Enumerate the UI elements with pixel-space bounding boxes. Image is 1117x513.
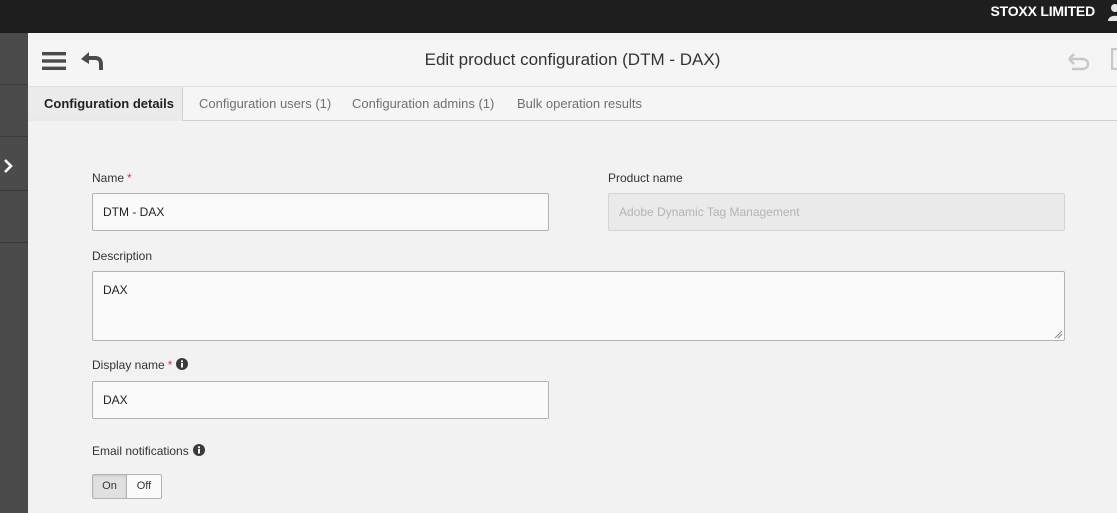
info-icon[interactable] — [192, 444, 205, 456]
tab-configuration-admins[interactable]: Configuration admins (1) — [352, 87, 494, 121]
configuration-details-form: Name * DTM - DAX Product name Adobe Dynam… — [28, 121, 1117, 513]
email-notifications-toggle: On Off — [92, 474, 162, 499]
rail-section — [0, 85, 28, 137]
org-name[interactable]: STOXX LIMITED — [991, 0, 1096, 23]
info-icon[interactable] — [176, 358, 189, 370]
save-icon[interactable] — [1111, 48, 1117, 70]
name-field[interactable]: DTM - DAX — [92, 193, 549, 231]
required-marker: * — [127, 171, 132, 185]
description-value: DAX — [103, 283, 128, 297]
rail-section — [0, 137, 28, 191]
name-label: Name * — [92, 171, 132, 185]
hamburger-menu-icon[interactable] — [42, 51, 66, 71]
description-label: Description — [92, 249, 153, 263]
product-name-field: Adobe Dynamic Tag Management — [608, 193, 1065, 231]
top-bar: STOXX LIMITED — [0, 0, 1117, 33]
page-title: Edit product configuration (DTM - DAX) — [424, 50, 721, 69]
resize-grip-icon[interactable] — [1054, 330, 1063, 339]
name-label-text: Name — [92, 171, 125, 185]
left-rail — [0, 33, 28, 513]
tab-bar: Configuration details Configuration user… — [28, 86, 1117, 121]
email-notifications-label: Email notifications — [92, 444, 205, 458]
display-name-label: Display name * — [92, 358, 189, 372]
product-name-label: Product name — [608, 171, 683, 185]
rail-section — [0, 191, 28, 243]
toggle-off-button[interactable]: Off — [127, 475, 161, 498]
undo-icon[interactable] — [1066, 51, 1092, 71]
back-arrow-icon[interactable] — [79, 50, 105, 72]
display-name-label-text: Display name — [92, 358, 165, 372]
page-header: Edit product configuration (DTM - DAX) — [28, 33, 1117, 86]
required-marker: * — [167, 358, 173, 372]
user-icon[interactable] — [1107, 3, 1117, 21]
toggle-on-button[interactable]: On — [93, 475, 127, 498]
rail-section — [0, 33, 28, 85]
tab-bulk-operation-results[interactable]: Bulk operation results — [517, 87, 642, 121]
description-field[interactable]: DAX — [92, 271, 1065, 341]
tab-configuration-details[interactable]: Configuration details — [28, 87, 183, 121]
tab-configuration-users[interactable]: Configuration users (1) — [199, 87, 331, 121]
email-notifications-label-text: Email notifications — [92, 444, 189, 458]
display-name-field[interactable]: DAX — [92, 381, 549, 419]
